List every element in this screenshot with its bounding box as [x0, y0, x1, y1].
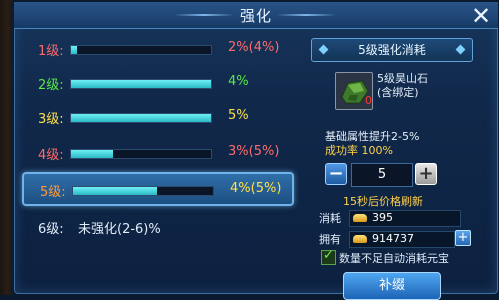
level-label: 3级: — [38, 112, 64, 127]
consume-header: 5级强化消耗 — [311, 38, 473, 62]
decrease-button[interactable]: − — [325, 163, 347, 185]
consume-header-label: 5级强化消耗 — [358, 43, 426, 57]
level-rate: 3%(5%) — [228, 144, 280, 159]
gold-ingot-icon — [353, 235, 367, 243]
level-row-1[interactable]: 1级: 2%(4%) — [22, 34, 294, 64]
close-icon[interactable]: ✕ — [468, 4, 494, 30]
level-progress-bar — [72, 186, 214, 196]
diamond-icon — [318, 44, 329, 55]
level-progress-bar — [70, 113, 212, 123]
level-list: 1级: 2%(4%) 2级: 4% 3级: 5% 4级: 3%(5%) 5级: … — [22, 32, 296, 278]
level-row-6[interactable]: 6级: 未强化(2-6)% — [22, 212, 294, 242]
level-label: 5级: — [40, 185, 66, 200]
increase-button[interactable]: + — [415, 163, 437, 185]
owned-value: 914737 — [372, 232, 414, 245]
level-progress-fill — [73, 187, 157, 195]
level-label: 2级: — [38, 78, 64, 93]
level-progress-fill — [71, 150, 113, 158]
level-status: 未强化(2-6)% — [78, 222, 161, 237]
level-label: 4级: — [38, 148, 64, 163]
background-edge — [0, 0, 14, 295]
consume-panel: 5级强化消耗 0 5级昊山石 (含绑定) 基础属性提升2-5% 成功率 100%… — [305, 32, 480, 300]
item-note: (含绑定) — [377, 86, 419, 99]
owned-box: 914737 — [349, 231, 455, 248]
cost-box: 395 — [349, 210, 461, 227]
level-progress-bar — [70, 79, 212, 89]
add-currency-button[interactable]: + — [455, 230, 471, 246]
level-progress-fill — [71, 46, 77, 54]
item-name-block: 5级昊山石 (含绑定) — [377, 72, 428, 100]
level-progress-fill — [71, 80, 211, 88]
level-rate: 4%(5%) — [230, 181, 282, 196]
item-name: 5级昊山石 — [377, 72, 428, 85]
auto-consume-label: 数量不足自动消耗元宝 — [339, 252, 449, 265]
level-progress-fill — [71, 114, 211, 122]
diamond-icon — [455, 44, 466, 55]
success-rate: 成功率 100% — [325, 144, 393, 157]
owned-label: 拥有 — [319, 233, 341, 246]
title-bar: 强化 ✕ — [14, 2, 498, 29]
cost-label: 消耗 — [319, 212, 341, 225]
level-row-2[interactable]: 2级: 4% — [22, 68, 294, 98]
quantity-field[interactable]: 5 — [351, 163, 413, 187]
price-refresh-note: 15秒后价格刷新 — [343, 195, 423, 208]
level-label: 6级: — [38, 222, 64, 237]
auto-consume-checkbox[interactable]: ✓ — [321, 248, 336, 265]
dialog-title: 强化 — [239, 7, 272, 25]
level-progress-bar — [70, 45, 212, 55]
confirm-button[interactable]: 补缀 — [343, 272, 441, 300]
level-progress-bar — [70, 149, 212, 159]
level-row-5[interactable]: 5级: 4%(5%) — [22, 172, 294, 206]
cost-value: 395 — [372, 211, 393, 224]
check-icon: ✓ — [323, 248, 334, 263]
level-rate: 4% — [228, 74, 249, 89]
level-rate: 5% — [228, 108, 249, 123]
level-row-4[interactable]: 4级: 3%(5%) — [22, 138, 294, 168]
item-count: 0 — [365, 94, 372, 107]
level-rate: 2%(4%) — [228, 40, 280, 55]
gold-ingot-icon — [353, 214, 367, 222]
level-label: 1级: — [38, 44, 64, 59]
level-row-3[interactable]: 3级: 5% — [22, 102, 294, 132]
title-ornament-right — [276, 14, 336, 16]
